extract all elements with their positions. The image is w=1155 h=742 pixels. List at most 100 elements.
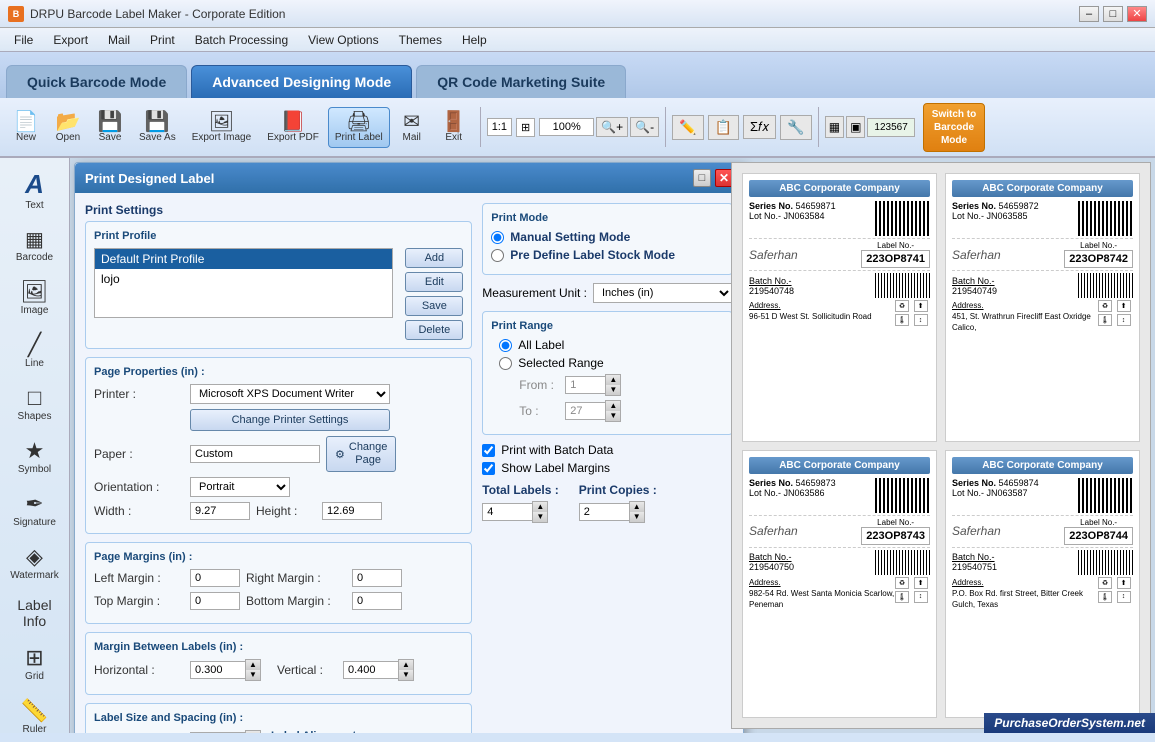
profile-list[interactable]: Default Print Profile lojo	[94, 248, 393, 318]
mail-button[interactable]: ✉ Mail	[392, 107, 432, 148]
toolbar-separator-2	[665, 107, 666, 147]
sidebar-tool-image[interactable]: 🖼 Image	[5, 272, 65, 323]
from-input[interactable]	[565, 376, 605, 394]
measurement-select[interactable]: Inches (in) Centimeters (cm) Millimeters…	[593, 283, 733, 303]
window-controls[interactable]: – □ ✕	[1079, 6, 1147, 22]
horizontal-up-button[interactable]: ▲	[246, 660, 260, 670]
bottom-margin-input[interactable]	[352, 592, 402, 610]
horizontal-down-button[interactable]: ▼	[246, 670, 260, 680]
from-down-button[interactable]: ▼	[606, 385, 620, 395]
profile-item-lojo[interactable]: lojo	[95, 269, 392, 289]
zoom-in-button[interactable]: 🔍+	[596, 117, 628, 137]
export-image-button[interactable]: 🖼 Export Image	[185, 107, 258, 148]
menu-help[interactable]: Help	[452, 31, 497, 49]
vertical-down-button[interactable]: ▼	[399, 670, 413, 680]
tab-qr-code[interactable]: QR Code Marketing Suite	[416, 65, 626, 98]
print-copies-up-button[interactable]: ▲	[630, 502, 644, 512]
sidebar-tool-label-info[interactable]: Label Info	[5, 590, 65, 636]
predefine-mode-radio[interactable]	[491, 249, 504, 262]
horizontal-input[interactable]	[190, 661, 245, 679]
menu-batch-processing[interactable]: Batch Processing	[185, 31, 298, 49]
label-batch-row-3: Batch No.- 219540750	[749, 550, 930, 575]
fit-page-button[interactable]: ⊞	[516, 118, 535, 137]
add-profile-button[interactable]: Add	[405, 248, 463, 268]
selected-range-radio[interactable]	[499, 357, 512, 370]
total-labels-input[interactable]	[482, 503, 532, 521]
left-margin-label: Left Margin :	[94, 571, 184, 585]
print-batch-label: Print with Batch Data	[501, 443, 613, 457]
manual-mode-radio[interactable]	[491, 231, 504, 244]
from-spinner: ▲ ▼	[565, 374, 621, 396]
width-input[interactable]	[190, 502, 250, 520]
exit-button[interactable]: 🚪 Exit	[434, 107, 474, 148]
print-copies-down-button[interactable]: ▼	[630, 512, 644, 522]
menu-print[interactable]: Print	[140, 31, 185, 49]
sidebar-tool-grid[interactable]: ⊞ Grid	[5, 638, 65, 689]
tab-quick-barcode[interactable]: Quick Barcode Mode	[6, 65, 187, 98]
copy-button[interactable]: 📋	[708, 115, 739, 140]
change-page-button[interactable]: ⚙ Change Page	[326, 436, 396, 472]
show-margins-checkbox[interactable]	[482, 462, 495, 475]
profile-item-default[interactable]: Default Print Profile	[95, 249, 392, 269]
sidebar-tool-barcode[interactable]: ▦ Barcode	[5, 220, 65, 270]
switch-to-barcode-button[interactable]: Switch to Barcode Mode	[923, 103, 985, 152]
to-up-button[interactable]: ▲	[606, 401, 620, 411]
sidebar-tool-line[interactable]: ╱ Line	[5, 325, 65, 376]
maximize-button[interactable]: □	[1103, 6, 1123, 22]
new-button[interactable]: 📄 New	[6, 107, 46, 148]
right-margin-input[interactable]	[352, 569, 402, 587]
print-label-button[interactable]: 🖨 Print Label	[328, 107, 390, 148]
delete-profile-button[interactable]: Delete	[405, 320, 463, 340]
sidebar-tool-signature[interactable]: ✒ Signature	[5, 484, 65, 535]
save-button[interactable]: 💾 Save	[90, 107, 130, 148]
barcode-tool-2[interactable]: ▣	[846, 116, 865, 138]
zoom-out-button[interactable]: 🔍-	[630, 117, 659, 137]
to-input[interactable]	[565, 402, 605, 420]
vertical-up-button[interactable]: ▲	[399, 660, 413, 670]
toolbar-separator-3	[818, 107, 819, 147]
menu-mail[interactable]: Mail	[98, 31, 140, 49]
paper-input[interactable]	[190, 445, 320, 463]
sidebar-tool-ruler[interactable]: 📏 Ruler	[5, 691, 65, 742]
margin-between-section: Margin Between Labels (in) : Horizontal …	[85, 632, 472, 695]
label-batch-barcode-3	[875, 550, 930, 575]
total-labels-down-button[interactable]: ▼	[533, 512, 547, 522]
printer-select[interactable]: Microsoft XPS Document Writer	[190, 384, 390, 404]
save-as-button[interactable]: 💾 Save As	[132, 107, 183, 148]
sidebar-tool-text[interactable]: A Text	[5, 162, 65, 218]
save-profile-button[interactable]: Save	[405, 296, 463, 316]
menu-themes[interactable]: Themes	[389, 31, 452, 49]
print-profile-section: Print Profile Default Print Profile lojo…	[85, 221, 472, 349]
dialog-maximize-button[interactable]: □	[693, 169, 711, 187]
formula-button[interactable]: Σ𝑓𝑥	[743, 115, 776, 139]
sidebar-tool-symbol[interactable]: ★ Symbol	[5, 431, 65, 482]
sidebar-tool-watermark[interactable]: ◈ Watermark	[5, 537, 65, 588]
height-input[interactable]	[322, 502, 382, 520]
minimize-button[interactable]: –	[1079, 6, 1099, 22]
tab-advanced-designing[interactable]: Advanced Designing Mode	[191, 65, 412, 98]
from-up-button[interactable]: ▲	[606, 375, 620, 385]
print-copies-input[interactable]	[579, 503, 629, 521]
top-margin-input[interactable]	[190, 592, 240, 610]
edit-profile-button[interactable]: Edit	[405, 272, 463, 292]
sidebar-tool-shapes[interactable]: □ Shapes	[5, 378, 65, 429]
all-label-radio[interactable]	[499, 339, 512, 352]
close-window-button[interactable]: ✕	[1127, 6, 1147, 22]
menu-view-options[interactable]: View Options	[298, 31, 388, 49]
edit-button[interactable]: ✏️	[672, 115, 703, 140]
print-batch-checkbox[interactable]	[482, 444, 495, 457]
total-labels-up-button[interactable]: ▲	[533, 502, 547, 512]
label-card-2: ABC Corporate Company Series No. 5465987…	[945, 173, 1140, 442]
to-down-button[interactable]: ▼	[606, 411, 620, 421]
vertical-input[interactable]	[343, 661, 398, 679]
properties-button[interactable]: 🔧	[780, 115, 811, 140]
menu-export[interactable]: Export	[43, 31, 98, 49]
orientation-select[interactable]: Portrait	[190, 477, 290, 497]
to-label: To :	[519, 404, 559, 418]
open-button[interactable]: 📂 Open	[48, 107, 88, 148]
left-margin-input[interactable]	[190, 569, 240, 587]
barcode-tool-1[interactable]: ▦	[825, 116, 844, 138]
change-printer-button[interactable]: Change Printer Settings	[190, 409, 390, 431]
export-pdf-button[interactable]: 📕 Export PDF	[260, 107, 326, 148]
menu-file[interactable]: File	[4, 31, 43, 49]
